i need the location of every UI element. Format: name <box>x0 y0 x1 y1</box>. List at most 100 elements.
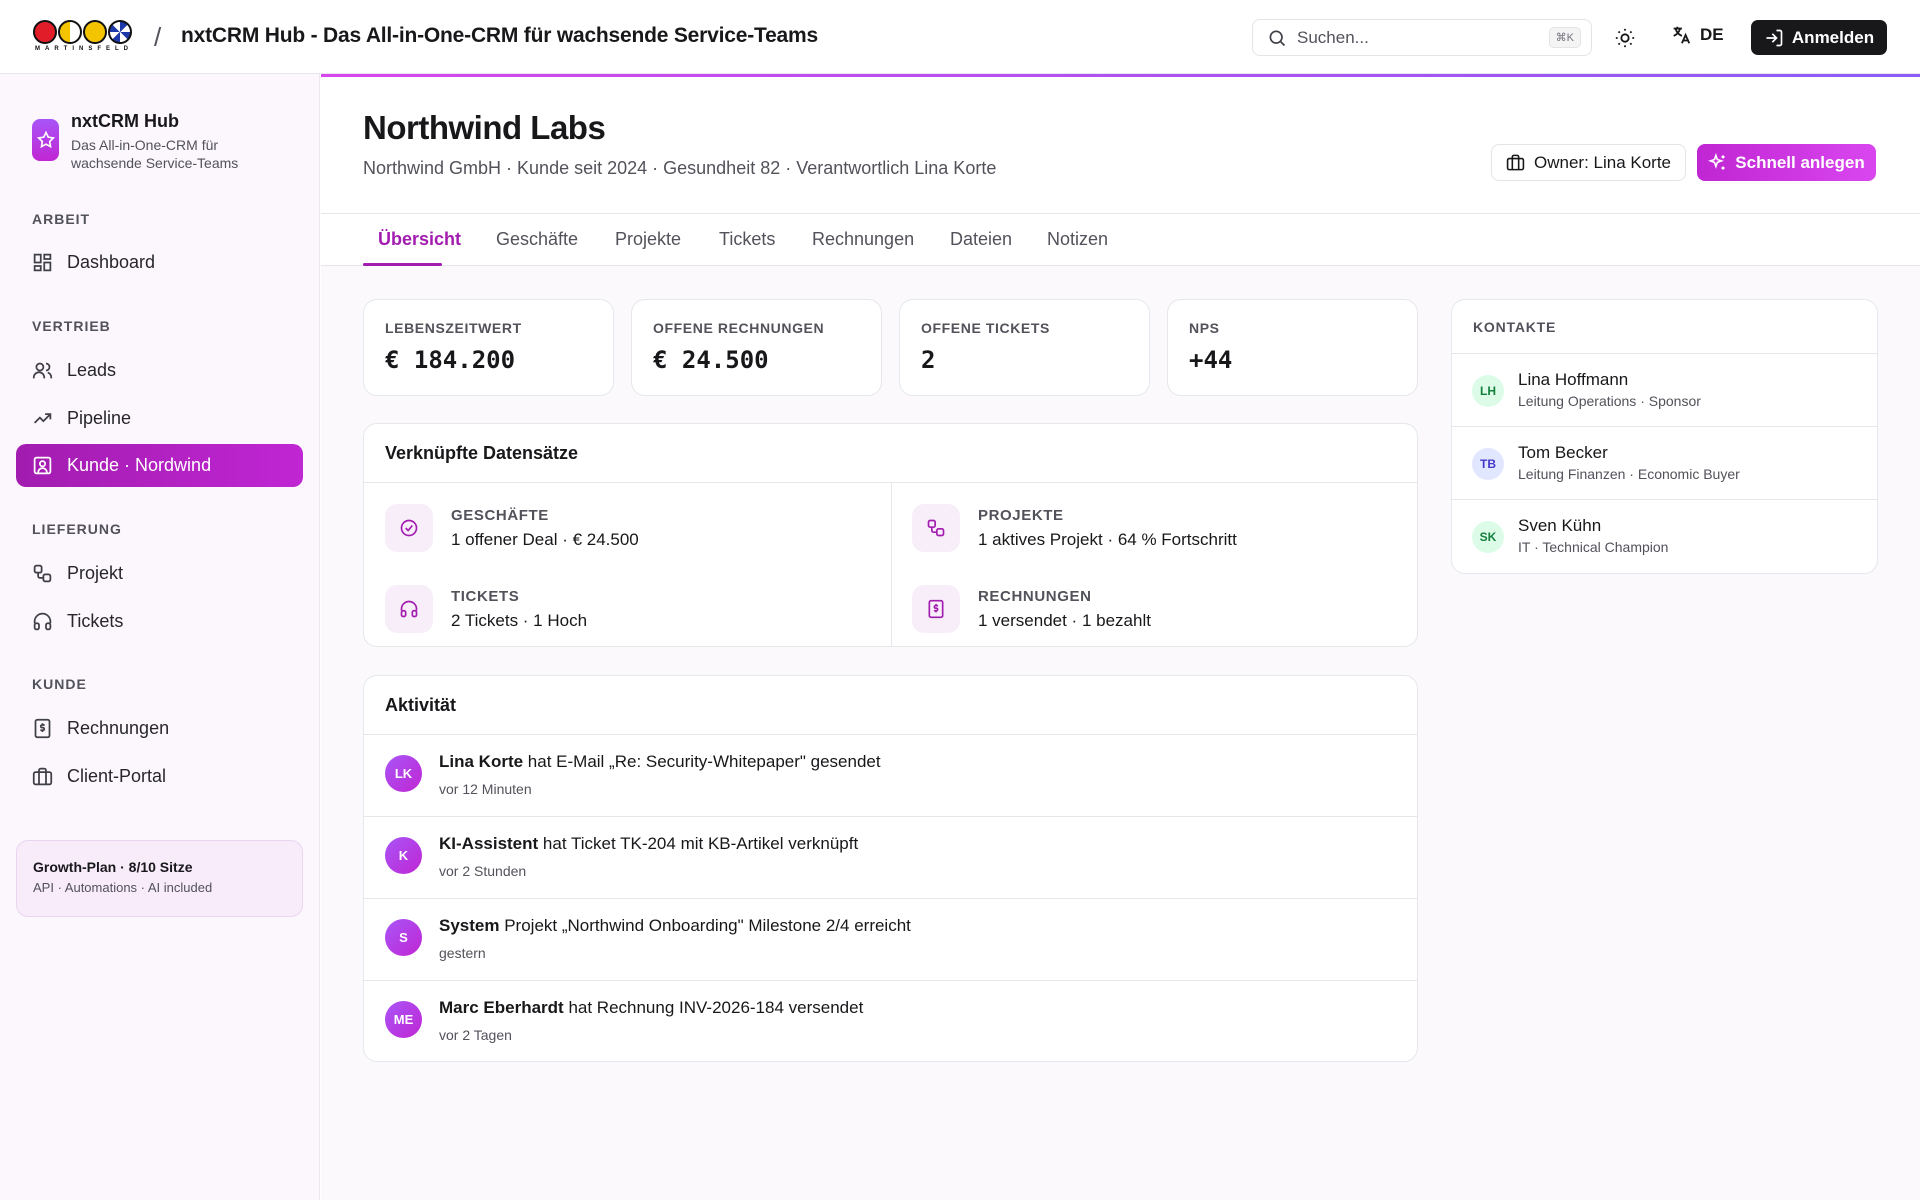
tab-rechnungen[interactable]: Rechnungen <box>812 229 914 250</box>
contact-role: Leitung Operations · Sponsor <box>1518 393 1701 409</box>
sidebar-item-leads[interactable]: Leads <box>16 349 303 392</box>
receipt-icon <box>34 718 51 739</box>
section-kunde: KUNDE <box>32 676 87 692</box>
sidebar-item-label: Pipeline <box>67 408 132 428</box>
sidebar-item-projekt[interactable]: Projekt <box>16 552 303 595</box>
title-separator: / <box>154 22 162 52</box>
app-title: nxtCRM Hub - Das All-in-One-CRM für wach… <box>181 24 818 47</box>
kpi-card-nps: NPS +44 <box>1167 299 1418 396</box>
sidebar-item-label: Dashboard <box>67 252 156 272</box>
activity-actor: KI-Assistent <box>439 834 539 853</box>
sidebar-item-label: Kunde · Nordwind <box>67 455 212 475</box>
login-button[interactable]: Anmelden <box>1751 20 1887 55</box>
avatar: LH <box>1472 375 1504 407</box>
language-label: DE <box>1700 25 1724 44</box>
sidebar-item-dashboard[interactable]: Dashboard <box>16 241 303 284</box>
kpi-label: NPS <box>1189 320 1220 336</box>
plan-card[interactable]: Growth-Plan · 8/10 Sitze API · Automatio… <box>16 840 303 917</box>
tab-dateien[interactable]: Dateien <box>950 229 1012 250</box>
tab-uebersicht[interactable]: Übersicht <box>378 229 461 250</box>
brand[interactable]: nxtCRM Hub Das All-in-One-CRM für wachse… <box>32 111 261 172</box>
activity-time: gestern <box>439 945 486 961</box>
divider <box>891 483 892 646</box>
translate-icon <box>1673 26 1691 44</box>
linked-item-tickets[interactable]: TICKETS 2 Tickets · 1 Hoch <box>385 585 587 633</box>
sidebar: nxtCRM Hub Das All-in-One-CRM für wachse… <box>0 74 320 1200</box>
activity-time: vor 2 Tagen <box>439 1027 512 1043</box>
sidebar-item-pipeline[interactable]: Pipeline <box>16 397 303 440</box>
owner-button[interactable]: Owner: Lina Korte <box>1491 144 1687 181</box>
page-subtitle: Northwind GmbH · Kunde seit 2024 · Gesun… <box>363 158 997 178</box>
activity-actor: Lina Korte <box>439 752 524 771</box>
contact-name: Tom Becker <box>1518 443 1608 462</box>
avatar: S <box>385 919 422 956</box>
activity-item[interactable]: K KI-Assistent hat Ticket TK-204 mit KB-… <box>364 817 1417 899</box>
linked-label: TICKETS <box>451 588 520 605</box>
language-button[interactable]: DE <box>1670 24 1724 46</box>
search-box[interactable]: ⌘K <box>1252 19 1592 56</box>
brand-subtitle: Das All-in-One-CRM für wachsende Service… <box>71 137 239 171</box>
section-vertrieb: VERTRIEB <box>32 318 111 334</box>
linked-label: PROJEKTE <box>978 507 1064 524</box>
contact-item[interactable]: SK Sven Kühn IT · Technical Champion <box>1452 500 1877 573</box>
sidebar-item-tickets[interactable]: Tickets <box>16 600 303 643</box>
avatar: LK <box>385 755 422 792</box>
search-input[interactable] <box>1297 27 1537 48</box>
users-icon <box>32 362 53 379</box>
sidebar-item-client-portal[interactable]: Client-Portal <box>16 755 303 798</box>
quick-create-button[interactable]: Schnell anlegen <box>1697 144 1876 181</box>
tab-tickets[interactable]: Tickets <box>719 229 775 250</box>
active-tab-indicator <box>363 263 442 266</box>
activity-item[interactable]: LK Lina Korte hat E-Mail „Re: Security-W… <box>364 735 1417 817</box>
contact-role: IT · Technical Champion <box>1518 539 1669 555</box>
check-circle-icon <box>385 504 433 552</box>
quick-create-label: Schnell anlegen <box>1735 152 1865 172</box>
avatar: SK <box>1472 521 1504 553</box>
activity-actor: System <box>439 916 500 935</box>
workflow-icon <box>912 504 960 552</box>
avatar: ME <box>385 1001 422 1038</box>
page-header: Northwind Labs Northwind GmbH · Kunde se… <box>321 77 1920 214</box>
search-icon <box>1269 30 1286 46</box>
sidebar-item-label: Client-Portal <box>67 766 167 786</box>
sidebar-item-rechnungen[interactable]: Rechnungen <box>16 707 303 750</box>
sidebar-item-label: Tickets <box>67 611 124 631</box>
tab-bar: Übersicht Geschäfte Projekte Tickets Rec… <box>321 214 1920 266</box>
contact-name: Lina Hoffmann <box>1518 370 1629 389</box>
contact-item[interactable]: TB Tom Becker Leitung Finanzen · Economi… <box>1452 427 1877 500</box>
linked-item-rechnungen[interactable]: RECHNUNGEN 1 versendet · 1 bezahlt <box>912 585 1151 633</box>
kpi-value: € 184.200 <box>385 346 516 374</box>
linked-item-geschaefte[interactable]: GESCHÄFTE 1 offener Deal · € 24.500 <box>385 504 639 552</box>
plan-title: Growth-Plan · 8/10 Sitze <box>33 859 193 875</box>
page-title: Northwind Labs <box>363 109 606 146</box>
contacts-card: KONTAKTE LH Lina Hoffmann Leitung Operat… <box>1451 299 1878 574</box>
activity-item[interactable]: S System Projekt „Northwind Onboarding" … <box>364 899 1417 981</box>
tab-geschaefte[interactable]: Geschäfte <box>496 229 578 250</box>
tab-notizen[interactable]: Notizen <box>1047 229 1108 250</box>
contacts-title: KONTAKTE <box>1452 300 1877 354</box>
kpi-value: € 24.500 <box>653 346 769 374</box>
briefcase-icon <box>32 767 53 786</box>
linked-item-projekte[interactable]: PROJEKTE 1 aktives Projekt · 64 % Fortsc… <box>912 504 1237 552</box>
kpi-card-open-tickets: OFFENE TICKETS 2 <box>899 299 1150 396</box>
tab-projekte[interactable]: Projekte <box>615 229 681 250</box>
martinsfeld-logo[interactable]: MARTINSFELD <box>33 20 139 56</box>
activity-text: Projekt „Northwind Onboarding" Milestone… <box>504 916 911 935</box>
kpi-card-open-invoices: OFFENE RECHNUNGEN € 24.500 <box>631 299 882 396</box>
activity-title: Aktivität <box>364 676 1417 735</box>
trending-icon <box>34 413 52 424</box>
kpi-value: +44 <box>1189 346 1233 374</box>
dashboard-icon <box>33 253 52 272</box>
kpi-value: 2 <box>921 346 936 374</box>
theme-toggle-button[interactable] <box>1612 25 1638 51</box>
linked-label: RECHNUNGEN <box>978 588 1092 605</box>
contact-icon <box>33 456 52 475</box>
activity-text: hat E-Mail „Re: Security-Whitepaper" ges… <box>527 752 881 771</box>
activity-item[interactable]: ME Marc Eberhardt hat Rechnung INV-2026-… <box>364 981 1417 1061</box>
sidebar-item-kunde-nordwind[interactable]: Kunde · Nordwind <box>16 444 303 487</box>
contact-item[interactable]: LH Lina Hoffmann Leitung Operations · Sp… <box>1452 354 1877 427</box>
avatar: K <box>385 837 422 874</box>
linked-records-title: Verknüpfte Datensätze <box>364 424 1417 483</box>
kpi-label: OFFENE RECHNUNGEN <box>653 320 825 336</box>
brand-name: nxtCRM Hub <box>71 111 179 131</box>
